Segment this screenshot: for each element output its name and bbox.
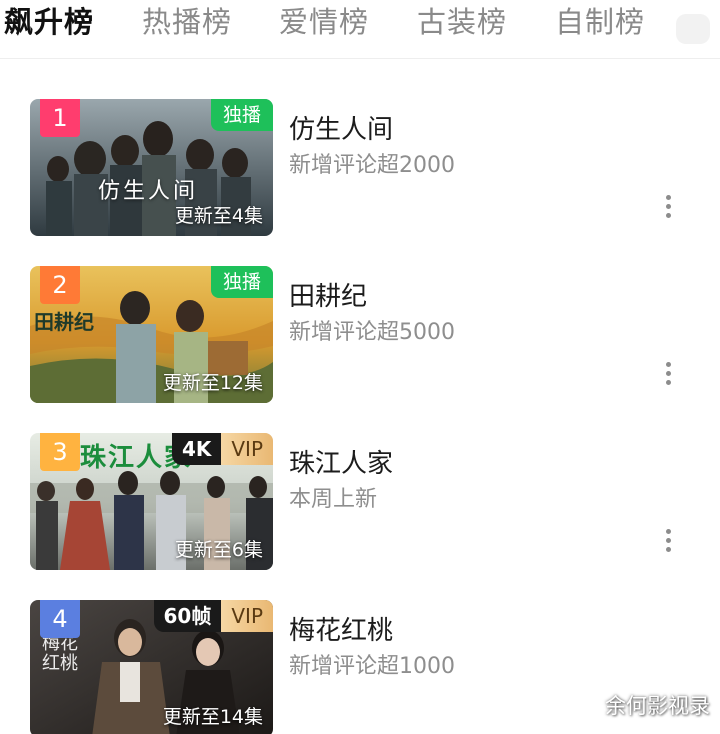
list-item[interactable]: 1 独播 仿生人间 更新至4集 仿生人间 新增评论超2000 [30,99,720,237]
list-item[interactable]: 2 独播 田耕纪 更新至12集 田耕纪 新增评论超5000 [30,266,720,404]
poster-thumbnail[interactable]: 珠江人家 3 4K VIP 更新至6集 [30,433,273,570]
vip-badge: VIP [221,600,273,632]
more-vertical-icon[interactable] [660,362,676,388]
show-title[interactable]: 梅花红桃 [289,610,393,647]
show-title[interactable]: 仿生人间 [289,109,393,146]
rank-badge: 1 [40,99,80,137]
poster-thumbnail[interactable]: 1 独播 仿生人间 更新至4集 [30,99,273,236]
rank-badge: 3 [40,433,80,471]
tab-original[interactable]: 自制榜 [555,2,645,42]
ranking-page: 飙升榜 热播榜 爱情榜 古装榜 自制榜 1 独播 仿生人间 更新至4集 仿生人间… [0,0,720,734]
tab-romance[interactable]: 爱情榜 [279,2,369,42]
episode-update: 更新至12集 [162,372,263,394]
show-subtitle: 新增评论超2000 [289,153,455,178]
show-title[interactable]: 珠江人家 [289,443,393,480]
more-vertical-icon[interactable] [660,529,676,555]
rank-badge: 4 [40,600,80,638]
poster-title-text: 田耕纪 [34,310,94,334]
tab-label: 爱情榜 [279,5,370,39]
more-vertical-icon[interactable] [660,195,676,221]
quality-badges: 60帧 VIP [153,600,273,632]
tab-label: 飙升榜 [4,5,95,39]
tabs-menu-icon[interactable] [676,14,710,44]
poster-thumbnail[interactable]: 2 独播 田耕纪 更新至12集 [30,266,273,403]
tabs-fade-overlay [660,0,720,57]
show-title[interactable]: 田耕纪 [289,276,367,313]
tab-soaring[interactable]: 飙升榜 [4,2,95,45]
tab-label: 热播榜 [142,5,233,39]
poster-thumbnail[interactable]: 梅花红桃 4 60帧 VIP 更新至14集 [30,600,273,734]
quality-badge: 60帧 [153,600,222,632]
tab-label: 自制榜 [555,5,646,39]
episode-update: 更新至6集 [174,539,263,561]
tab-costume[interactable]: 古装榜 [417,2,507,42]
ranking-tabs: 飙升榜 热播榜 爱情榜 古装榜 自制榜 [0,0,720,59]
rank-badge: 2 [40,266,80,304]
show-subtitle: 新增评论超1000 [289,654,455,679]
show-subtitle: 本周上新 [289,487,378,512]
tab-label: 古装榜 [417,5,508,39]
quality-badges: 4K VIP [171,433,273,465]
exclusive-badge: 独播 [210,99,273,131]
watermark: 余何影视录 [605,694,710,718]
vip-badge: VIP [221,433,273,465]
episode-update: 更新至14集 [162,706,263,728]
exclusive-badge: 独播 [210,266,273,298]
tab-hot[interactable]: 热播榜 [142,2,232,42]
quality-badge: 4K [171,433,222,465]
poster-title-text: 梅花红桃 [42,633,78,674]
episode-update: 更新至4集 [174,205,263,227]
show-subtitle: 新增评论超5000 [289,320,455,345]
list-item[interactable]: 珠江人家 3 4K VIP 更新至6集 珠江人家 本周上新 [30,433,720,571]
